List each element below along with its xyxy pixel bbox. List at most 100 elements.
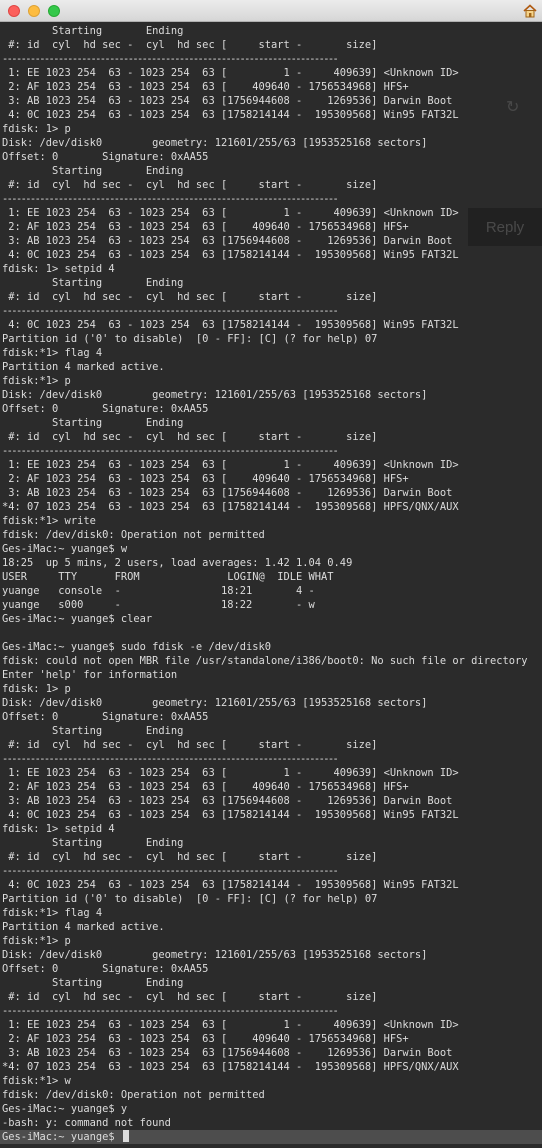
- terminal-line-text: ----------------------------------------…: [2, 193, 339, 205]
- terminal-line: ----------------------------------------…: [2, 864, 542, 878]
- terminal-line-text: Partition 4 marked active.: [2, 361, 165, 373]
- terminal-line: yuange s000 - 18:22 - w: [2, 598, 542, 612]
- terminal-line-text: Offset: 0 Signature: 0xAA55: [2, 963, 209, 975]
- minimize-window-button[interactable]: [28, 5, 40, 17]
- terminal-line-text: *4: 07 1023 254 63 - 1023 254 63 [175821…: [2, 501, 459, 513]
- terminal-line: #: id cyl hd sec - cyl hd sec [ start - …: [2, 990, 542, 1004]
- terminal-line: Partition id ('0' to disable) [0 - FF]: …: [2, 332, 542, 346]
- terminal-line-text: 1: EE 1023 254 63 - 1023 254 63 [ 1 - 40…: [2, 207, 459, 219]
- close-window-button[interactable]: [8, 5, 20, 17]
- terminal-line-text: Ges-iMac:~ yuange$ sudo fdisk -e /dev/di…: [2, 641, 271, 653]
- terminal-line: Disk: /dev/disk0 geometry: 121601/255/63…: [2, 696, 542, 710]
- terminal-line-text: fdisk:*1> p: [2, 935, 71, 947]
- terminal-line-text: 3: AB 1023 254 63 - 1023 254 63 [1756944…: [2, 235, 453, 247]
- terminal-line: ----------------------------------------…: [2, 1004, 542, 1018]
- title-bar: [0, 0, 542, 22]
- terminal-line: 2: AF 1023 254 63 - 1023 254 63 [ 409640…: [2, 80, 542, 94]
- terminal-line: fdisk:*1> w: [2, 1074, 542, 1088]
- terminal-line: Ges-iMac:~ yuange$ w: [2, 542, 542, 556]
- terminal-line-text: fdisk:*1> write: [2, 515, 96, 527]
- terminal-line: ----------------------------------------…: [2, 304, 542, 318]
- terminal-line: yuange console - 18:21 4 -: [2, 584, 542, 598]
- terminal-line: Disk: /dev/disk0 geometry: 121601/255/63…: [2, 136, 542, 150]
- terminal-line: USER TTY FROM LOGIN@ IDLE WHAT: [2, 570, 542, 584]
- terminal-line-text: Offset: 0 Signature: 0xAA55: [2, 403, 209, 415]
- terminal-line-text: Ges-iMac:~ yuange$ w: [2, 543, 128, 555]
- terminal-line-text: Starting Ending: [2, 25, 184, 37]
- terminal-line: Partition 4 marked active.: [2, 920, 542, 934]
- terminal-line: 18:25 up 5 mins, 2 users, load averages:…: [2, 556, 542, 570]
- terminal-line-text: Starting Ending: [2, 165, 184, 177]
- terminal-line: fdisk:*1> p: [2, 374, 542, 388]
- terminal-line-text: #: id cyl hd sec - cyl hd sec [ start - …: [2, 179, 378, 191]
- terminal-line: Disk: /dev/disk0 geometry: 121601/255/63…: [2, 948, 542, 962]
- terminal-line-text: 4: 0C 1023 254 63 - 1023 254 63 [1758214…: [2, 319, 459, 331]
- terminal-line-text: 1: EE 1023 254 63 - 1023 254 63 [ 1 - 40…: [2, 767, 459, 779]
- terminal-line: #: id cyl hd sec - cyl hd sec [ start - …: [2, 850, 542, 864]
- terminal-line-text: Starting Ending: [2, 417, 184, 429]
- terminal-line-text: 3: AB 1023 254 63 - 1023 254 63 [1756944…: [2, 795, 453, 807]
- terminal-line-text: USER TTY FROM LOGIN@ IDLE WHAT: [2, 571, 334, 583]
- terminal-line-text: 4: 0C 1023 254 63 - 1023 254 63 [1758214…: [2, 879, 459, 891]
- terminal-line: 4: 0C 1023 254 63 - 1023 254 63 [1758214…: [2, 878, 542, 892]
- terminal-line: -bash: y: command not found: [2, 1116, 542, 1130]
- terminal-line-text: Disk: /dev/disk0 geometry: 121601/255/63…: [2, 137, 428, 149]
- terminal-line: #: id cyl hd sec - cyl hd sec [ start - …: [2, 430, 542, 444]
- terminal-line: fdisk:*1> flag 4: [2, 906, 542, 920]
- terminal-line-text: Starting Ending: [2, 977, 184, 989]
- terminal-line: 2: AF 1023 254 63 - 1023 254 63 [ 409640…: [2, 220, 542, 234]
- terminal-line: Enter 'help' for information: [2, 668, 542, 682]
- terminal-line: 1: EE 1023 254 63 - 1023 254 63 [ 1 - 40…: [2, 206, 542, 220]
- terminal-line-text: Disk: /dev/disk0 geometry: 121601/255/63…: [2, 949, 428, 961]
- terminal-line: 3: AB 1023 254 63 - 1023 254 63 [1756944…: [2, 794, 542, 808]
- terminal-line: 4: 0C 1023 254 63 - 1023 254 63 [1758214…: [2, 318, 542, 332]
- terminal-line: fdisk:*1> p: [2, 934, 542, 948]
- terminal-line-text: fdisk: could not open MBR file /usr/stan…: [2, 655, 528, 667]
- terminal-line: 3: AB 1023 254 63 - 1023 254 63 [1756944…: [2, 234, 542, 248]
- terminal-line: Starting Ending: [2, 24, 542, 38]
- terminal-line: fdisk: 1> setpid 4: [2, 822, 542, 836]
- terminal-line: *4: 07 1023 254 63 - 1023 254 63 [175821…: [2, 500, 542, 514]
- terminal-line-text: #: id cyl hd sec - cyl hd sec [ start - …: [2, 39, 378, 51]
- terminal-line-text: 2: AF 1023 254 63 - 1023 254 63 [ 409640…: [2, 781, 409, 793]
- terminal-line: ----------------------------------------…: [2, 752, 542, 766]
- terminal-line-text: ----------------------------------------…: [2, 445, 339, 457]
- terminal-line-text: #: id cyl hd sec - cyl hd sec [ start - …: [2, 431, 378, 443]
- terminal-line-text: Enter 'help' for information: [2, 669, 178, 681]
- terminal-line-text: fdisk:*1> w: [2, 1075, 71, 1087]
- terminal-line-text: #: id cyl hd sec - cyl hd sec [ start - …: [2, 739, 378, 751]
- home-icon: [522, 3, 538, 19]
- terminal-line-text: fdisk: /dev/disk0: Operation not permitt…: [2, 529, 265, 541]
- terminal-line: Ges-iMac:~ yuange$ clear: [2, 612, 542, 626]
- terminal-line: fdisk:*1> flag 4: [2, 346, 542, 360]
- zoom-window-button[interactable]: [48, 5, 60, 17]
- terminal-line: Starting Ending: [2, 836, 542, 850]
- terminal-line: #: id cyl hd sec - cyl hd sec [ start - …: [2, 38, 542, 52]
- terminal-line: fdisk: 1> p: [2, 122, 542, 136]
- terminal-line: 3: AB 1023 254 63 - 1023 254 63 [1756944…: [2, 1046, 542, 1060]
- terminal-line: 4: 0C 1023 254 63 - 1023 254 63 [1758214…: [2, 808, 542, 822]
- terminal-line: 4: 0C 1023 254 63 - 1023 254 63 [1758214…: [2, 248, 542, 262]
- terminal-line-text: #: id cyl hd sec - cyl hd sec [ start - …: [2, 991, 378, 1003]
- terminal-line: Starting Ending: [2, 164, 542, 178]
- terminal-line-text: Partition 4 marked active.: [2, 921, 165, 933]
- terminal-line-text: Starting Ending: [2, 725, 184, 737]
- terminal-line: 3: AB 1023 254 63 - 1023 254 63 [1756944…: [2, 94, 542, 108]
- terminal-line-text: fdisk:*1> p: [2, 375, 71, 387]
- terminal-line: Partition 4 marked active.: [2, 360, 542, 374]
- terminal-line: 2: AF 1023 254 63 - 1023 254 63 [ 409640…: [2, 1032, 542, 1046]
- terminal-output[interactable]: Starting Ending #: id cyl hd sec - cyl h…: [0, 24, 542, 1148]
- terminal-line: Offset: 0 Signature: 0xAA55: [2, 402, 542, 416]
- terminal-line: ----------------------------------------…: [2, 192, 542, 206]
- terminal-line-text: fdisk: 1> setpid 4: [2, 823, 115, 835]
- terminal-line: fdisk: could not open MBR file /usr/stan…: [2, 654, 542, 668]
- terminal-line-text: 4: 0C 1023 254 63 - 1023 254 63 [1758214…: [2, 109, 459, 121]
- terminal-line-text: 3: AB 1023 254 63 - 1023 254 63 [1756944…: [2, 95, 453, 107]
- terminal-line: *4: 07 1023 254 63 - 1023 254 63 [175821…: [2, 1060, 542, 1074]
- terminal-line-text: ----------------------------------------…: [2, 753, 339, 765]
- terminal-line-text: Ges-iMac:~ yuange$: [2, 1131, 121, 1143]
- terminal-line: 1: EE 1023 254 63 - 1023 254 63 [ 1 - 40…: [2, 66, 542, 80]
- terminal-line: Partition id ('0' to disable) [0 - FF]: …: [2, 892, 542, 906]
- terminal-line-text: 2: AF 1023 254 63 - 1023 254 63 [ 409640…: [2, 81, 409, 93]
- terminal-line-text: 3: AB 1023 254 63 - 1023 254 63 [1756944…: [2, 1047, 453, 1059]
